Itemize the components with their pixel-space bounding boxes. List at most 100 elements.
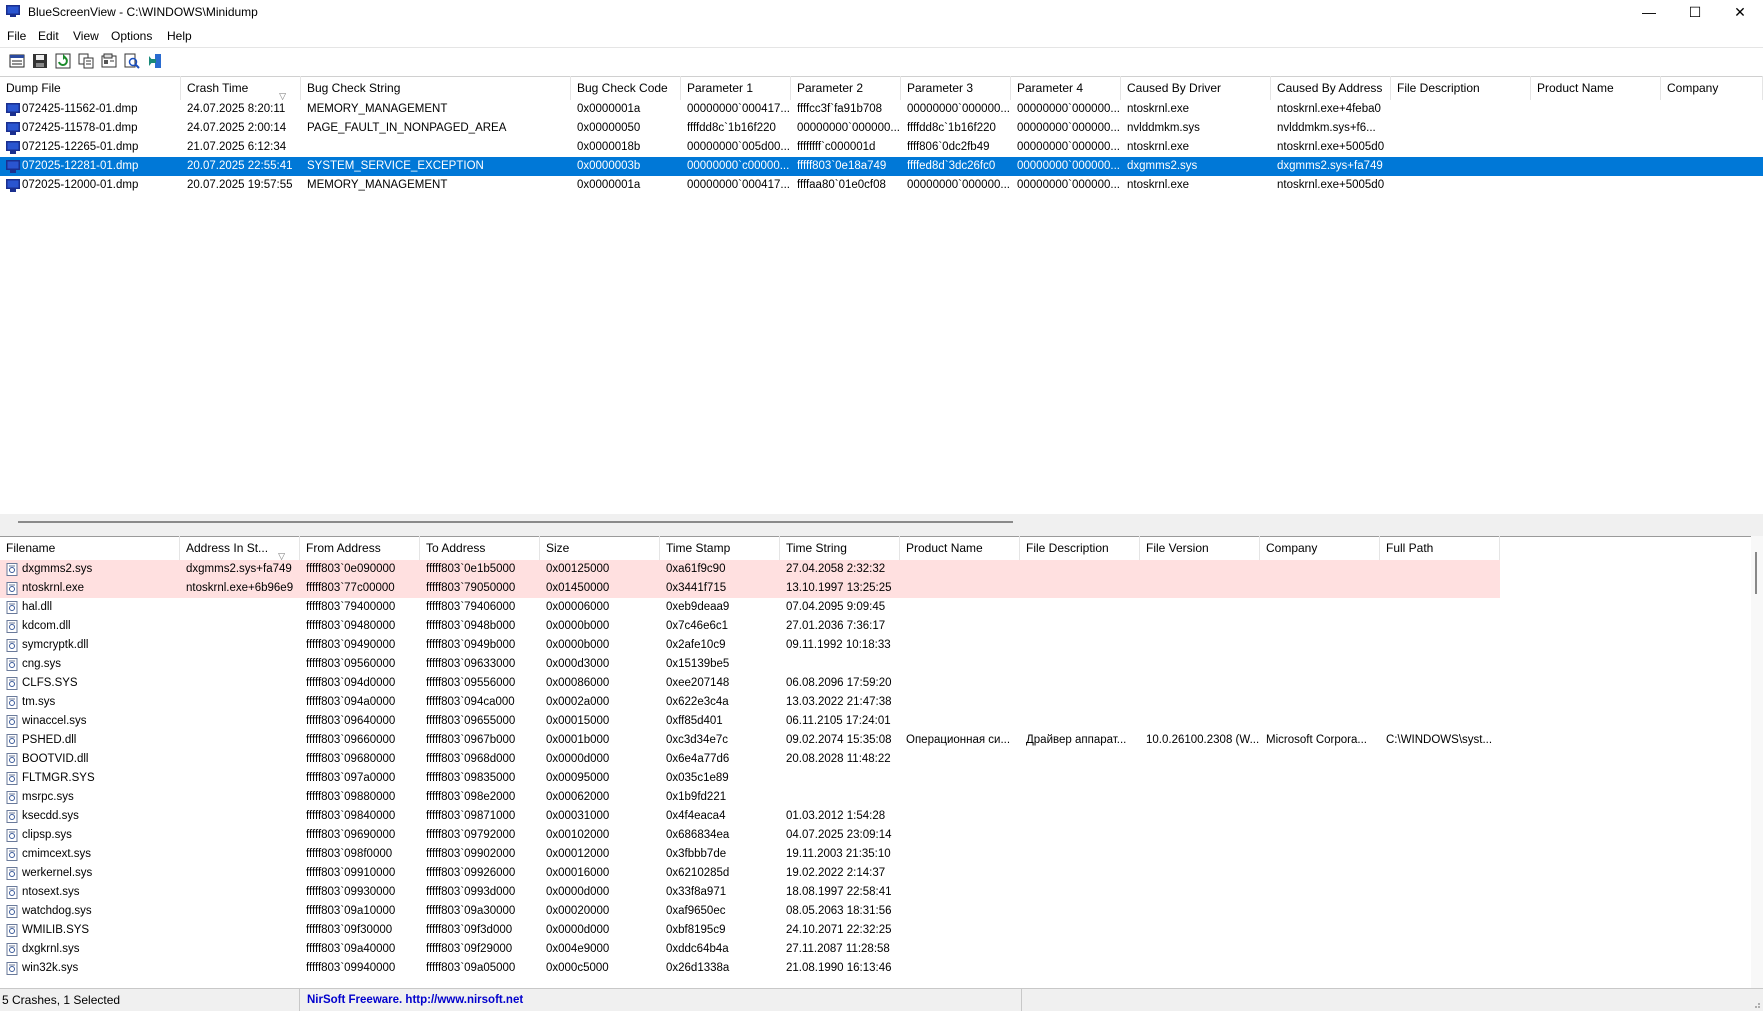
table-cell: fffff803`09a05000	[426, 962, 516, 974]
module-row[interactable]: ntosext.sys fffff803`09930000 fffff803`099…	[0, 883, 1500, 902]
table-cell: 0x3441f715	[666, 582, 727, 594]
column-header[interactable]: Bug Check Code	[571, 76, 681, 100]
table-cell: 0x0000b000	[546, 620, 610, 632]
column-header[interactable]: Dump File	[0, 76, 181, 100]
column-header[interactable]: Company	[1661, 76, 1763, 100]
column-header[interactable]: Size	[540, 536, 660, 560]
menu-edit[interactable]: Edit	[38, 29, 59, 43]
module-row[interactable]: cmimcext.sys fffff803`098f0000 fffff803`09…	[0, 845, 1500, 864]
menu-view[interactable]: View	[73, 29, 99, 43]
column-header[interactable]: Parameter 1	[681, 76, 791, 100]
table-cell	[1260, 636, 1380, 655]
save-icon[interactable]	[32, 53, 48, 69]
column-header[interactable]: Crash Time ▽	[181, 76, 301, 100]
column-header[interactable]: To Address	[420, 536, 540, 560]
find-icon[interactable]	[124, 53, 140, 69]
module-row[interactable]: dxgkrnl.sys fffff803`09a40000 fffff803`09f…	[0, 940, 1500, 959]
crash-row[interactable]: 072125-12265-01.dmp 21.07.2025 6:12:34 0x0…	[0, 138, 1763, 157]
crash-row[interactable]: 072025-12281-01.dmp 20.07.2025 22:55:41 SY…	[0, 157, 1763, 176]
module-row[interactable]: msrpc.sys fffff803`09880000 fffff803`098e2…	[0, 788, 1500, 807]
module-row[interactable]: werkernel.sys fffff803`09910000 fffff803`0…	[0, 864, 1500, 883]
column-header[interactable]: Product Name	[900, 536, 1020, 560]
refresh-icon[interactable]	[55, 53, 71, 69]
column-header[interactable]: Parameter 3	[901, 76, 1011, 100]
table-cell: 0x0000001a	[577, 179, 641, 191]
column-header[interactable]: Parameter 4	[1011, 76, 1121, 100]
table-cell: 01.03.2012 1:54:28	[786, 810, 886, 822]
module-row[interactable]: clipsp.sys fffff803`09690000 fffff803`0979…	[0, 826, 1500, 845]
dump-file-icon	[6, 122, 20, 135]
minimize-button[interactable]: —	[1626, 0, 1672, 24]
column-header[interactable]: Caused By Address	[1271, 76, 1391, 100]
module-row[interactable]: PSHED.dll fffff803`09660000 fffff803`0967b…	[0, 731, 1500, 750]
table-cell: 10.0.26100.2308 (W...	[1146, 734, 1260, 746]
menu-options[interactable]: Options	[111, 29, 152, 43]
module-row[interactable]: FLTMGR.SYS fffff803`097a0000 fffff803`0983…	[0, 769, 1500, 788]
column-header[interactable]: Address In St... ▽	[180, 536, 300, 560]
module-row[interactable]: WMILIB.SYS fffff803`09f30000 fffff803`09f3…	[0, 921, 1500, 940]
column-header[interactable]: File Description	[1020, 536, 1140, 560]
vertical-scrollbar-thumb[interactable]	[1755, 552, 1757, 594]
column-header-label: Time String	[786, 541, 847, 555]
column-header[interactable]: Company	[1260, 536, 1380, 560]
resize-grip-icon[interactable]	[1751, 999, 1761, 1009]
module-row[interactable]: watchdog.sys fffff803`09a10000 fffff803`09…	[0, 902, 1500, 921]
column-header[interactable]: Filename	[0, 536, 180, 560]
column-header-label: Size	[546, 541, 570, 555]
table-cell	[900, 883, 1020, 902]
column-header[interactable]: Time Stamp	[660, 536, 780, 560]
dump-file-icon	[6, 179, 20, 192]
maximize-button[interactable]: ☐	[1672, 0, 1718, 24]
column-header[interactable]: Product Name	[1531, 76, 1661, 100]
column-header-label: File Description	[1397, 81, 1480, 95]
close-button[interactable]: ✕	[1717, 0, 1763, 24]
module-row[interactable]: symcryptk.dll fffff803`09490000 fffff803`0…	[0, 636, 1500, 655]
module-row[interactable]: winaccel.sys fffff803`09640000 fffff803`09…	[0, 712, 1500, 731]
crash-row[interactable]: 072025-12000-01.dmp 20.07.2025 19:57:55 ME…	[0, 176, 1763, 195]
table-cell	[1260, 674, 1380, 693]
column-header[interactable]: File Description	[1391, 76, 1531, 100]
column-header[interactable]: Full Path	[1380, 536, 1500, 560]
module-row[interactable]: cng.sys fffff803`09560000 fffff803`0963300…	[0, 655, 1500, 674]
properties-icon[interactable]	[9, 53, 25, 69]
crash-row[interactable]: 072425-11578-01.dmp 24.07.2025 2:00:14 PAG…	[0, 119, 1763, 138]
module-row[interactable]: CLFS.SYS fffff803`094d0000 fffff803`095560…	[0, 674, 1500, 693]
table-cell	[1020, 598, 1140, 617]
copy-icon[interactable]	[78, 53, 94, 69]
status-nirsoft-link[interactable]: NirSoft Freeware. http://www.nirsoft.net	[302, 989, 1022, 1011]
table-cell	[900, 655, 1020, 674]
module-row[interactable]: ksecdd.sys fffff803`09840000 fffff803`0987…	[0, 807, 1500, 826]
menu-file[interactable]: File	[7, 29, 26, 43]
html-report-icon[interactable]	[101, 53, 117, 69]
module-row[interactable]: kdcom.dll fffff803`09480000 fffff803`0948b…	[0, 617, 1500, 636]
module-row[interactable]: tm.sys fffff803`094a0000 fffff803`094ca000…	[0, 693, 1500, 712]
column-header[interactable]: Time String	[780, 536, 900, 560]
vertical-scrollbar[interactable]	[1751, 536, 1763, 988]
menu-help[interactable]: Help	[167, 29, 192, 43]
column-header[interactable]: From Address	[300, 536, 420, 560]
horizontal-scrollbar-thumb[interactable]	[18, 521, 1013, 523]
table-cell	[1531, 119, 1661, 138]
dump-file-icon	[6, 103, 20, 116]
crash-row[interactable]: 072425-11562-01.dmp 24.07.2025 8:20:11 MEM…	[0, 100, 1763, 119]
column-header[interactable]: File Version	[1140, 536, 1260, 560]
crash-list[interactable]: Dump File Crash Time ▽ Bug Check String Bug …	[0, 76, 1763, 514]
column-header[interactable]: Bug Check String	[301, 76, 571, 100]
exit-icon[interactable]	[147, 53, 163, 69]
module-row[interactable]: ntoskrnl.exe ntoskrnl.exe+6b96e9 fffff803`…	[0, 579, 1500, 598]
module-row[interactable]: win32k.sys fffff803`09940000 fffff803`09a0…	[0, 959, 1500, 978]
module-row[interactable]: BOOTVID.dll fffff803`09680000 fffff803`096…	[0, 750, 1500, 769]
module-list[interactable]: Filename Address In St... ▽ From Address To …	[0, 536, 1763, 988]
table-cell: 0x0000d000	[546, 753, 610, 765]
module-row[interactable]: dxgmms2.sys dxgmms2.sys+fa749 fffff803`0e0…	[0, 560, 1500, 579]
table-cell	[1380, 674, 1500, 693]
column-header[interactable]: Parameter 2	[791, 76, 901, 100]
table-cell	[900, 921, 1020, 940]
table-cell: 0x622e3c4a	[666, 696, 729, 708]
table-cell: fffff803`79050000	[426, 582, 516, 594]
pane-splitter[interactable]	[0, 514, 1763, 537]
module-row[interactable]: hal.dll fffff803`79400000 fffff803`7940600…	[0, 598, 1500, 617]
column-header[interactable]: Caused By Driver	[1121, 76, 1271, 100]
table-cell: fffff803`0949b000	[426, 639, 516, 651]
column-header-label: To Address	[426, 541, 486, 555]
